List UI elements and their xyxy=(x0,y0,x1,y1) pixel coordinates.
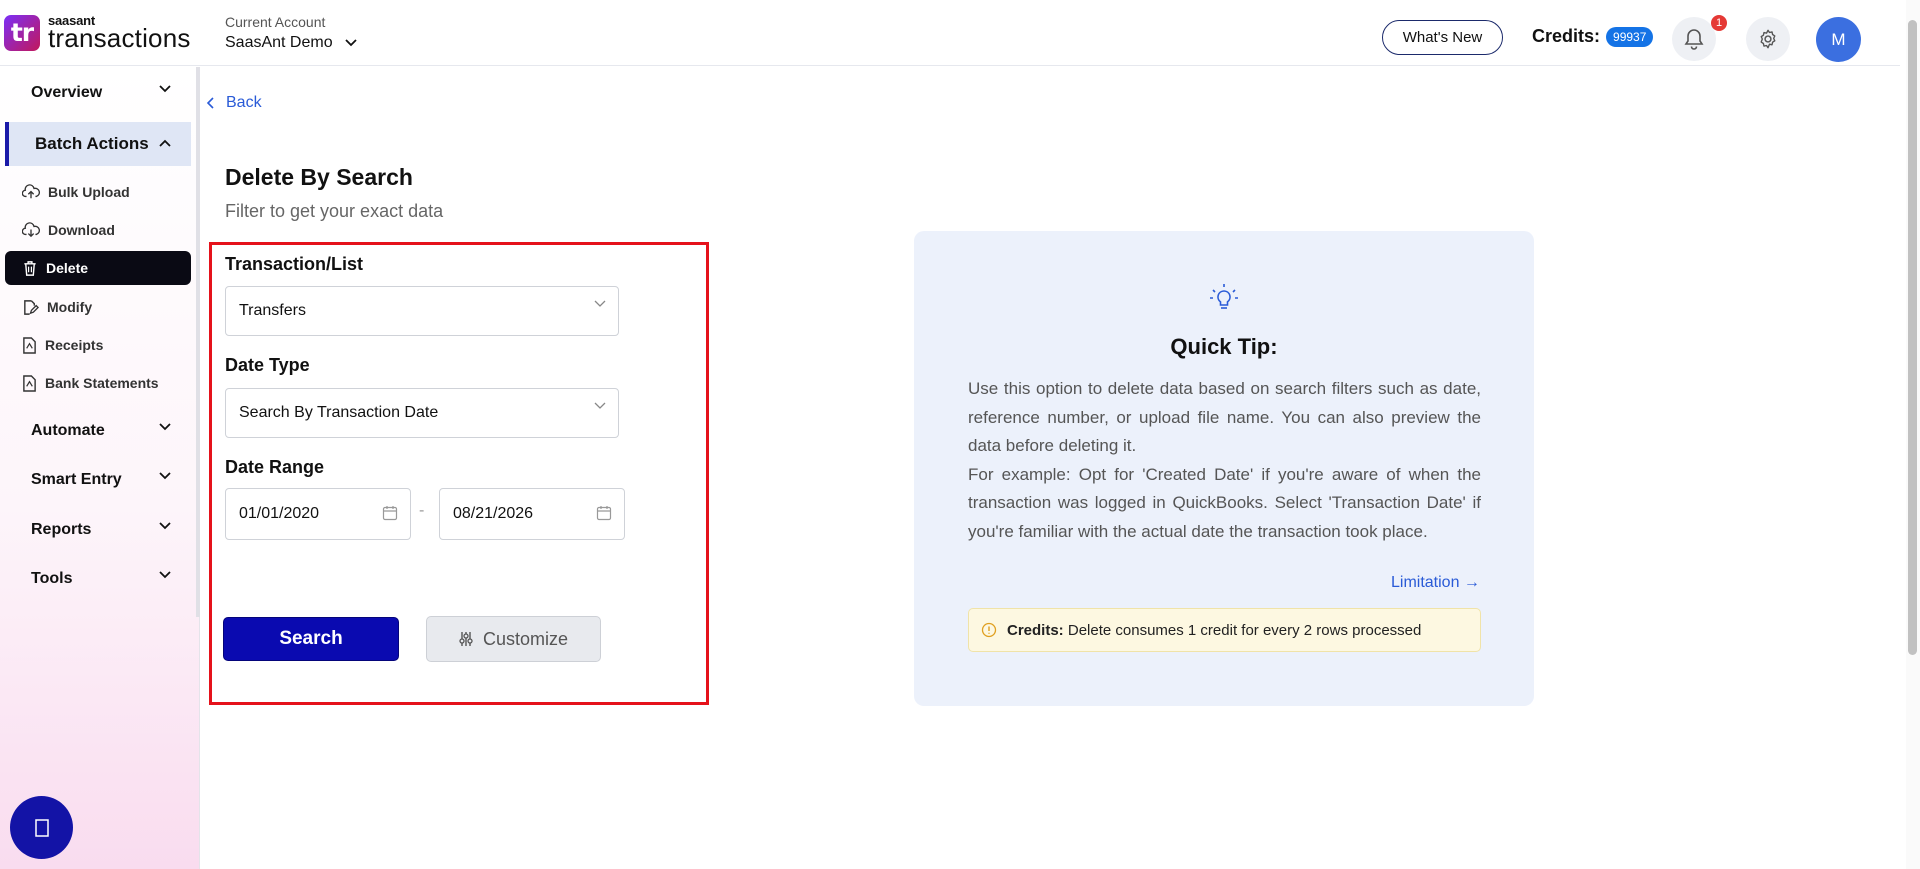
sidebar-item-download[interactable]: Download xyxy=(5,213,191,247)
edit-file-icon xyxy=(24,299,39,315)
chevron-up-icon xyxy=(159,139,171,147)
logo-text: saasant transactions xyxy=(48,14,191,51)
quick-tip-body: Use this option to delete data based on … xyxy=(968,375,1481,546)
credits-badge: 99937 xyxy=(1606,26,1654,47)
transaction-list-select[interactable]: Transfers xyxy=(225,286,619,336)
limitation-link[interactable]: Limitation → xyxy=(1391,574,1480,592)
back-label: Back xyxy=(226,94,262,111)
date-type-value: Search By Transaction Date xyxy=(239,404,439,421)
sidebar-item-delete[interactable]: Delete xyxy=(5,251,191,285)
info-icon xyxy=(981,622,997,638)
credits-label: Credits: xyxy=(1532,26,1601,46)
notification-count-badge: 1 xyxy=(1711,15,1727,31)
calendar-icon xyxy=(382,506,398,521)
back-link[interactable]: Back xyxy=(206,94,262,112)
sidebar-group-smart-entry[interactable]: Smart Entry xyxy=(0,458,191,502)
date-to-input[interactable]: 08/21/2026 xyxy=(439,488,625,540)
sidebar-item-label: Bank Statements xyxy=(45,375,159,391)
chat-support-button[interactable] xyxy=(10,796,73,859)
chevron-down-icon xyxy=(594,300,606,307)
cloud-upload-icon xyxy=(22,184,40,199)
credits-display: Credits: 99937 xyxy=(1532,26,1654,47)
logo-mark: tr xyxy=(4,14,40,51)
sidebar-item-label: Modify xyxy=(47,299,93,315)
sidebar-group-reports[interactable]: Reports xyxy=(0,508,191,552)
quick-tip-paragraph: Use this option to delete data based on … xyxy=(968,379,1481,455)
sidebar-group-label: Smart Entry xyxy=(31,471,122,488)
notifications-button[interactable] xyxy=(1672,17,1716,61)
date-from-value: 01/01/2020 xyxy=(239,505,320,522)
date-to-value: 08/21/2026 xyxy=(453,505,534,522)
quick-tip-paragraph: For example: Opt for 'Created Date' if y… xyxy=(968,464,1481,541)
bell-icon xyxy=(1684,29,1704,50)
chevron-down-icon xyxy=(594,402,606,409)
account-switcher[interactable]: Current Account SaasAnt Demo xyxy=(225,14,357,52)
date-type-label: Date Type xyxy=(225,355,310,375)
customize-label: Customize xyxy=(482,628,569,649)
chevron-left-icon xyxy=(206,97,214,109)
chevron-down-icon xyxy=(344,39,357,47)
account-label: Current Account xyxy=(225,14,326,30)
sidebar-item-label: Delete xyxy=(46,260,89,276)
credit-note-label: Credits: xyxy=(1007,621,1064,639)
transaction-list-value: Transfers xyxy=(239,302,306,319)
credit-usage-note: Credits: Delete consumes 1 credit for ev… xyxy=(968,608,1481,652)
chevron-down-icon xyxy=(159,423,171,431)
sidebar-group-label: Reports xyxy=(31,521,92,538)
page-title: Delete By Search xyxy=(225,164,413,190)
customize-button[interactable]: Customize xyxy=(426,616,601,662)
account-name: SaasAnt Demo xyxy=(225,34,333,51)
sidebar-item-modify[interactable]: Modify xyxy=(5,290,191,324)
chevron-down-icon xyxy=(159,522,171,530)
sidebar-group-label: Overview xyxy=(31,84,103,101)
brand-logo[interactable]: tr saasant transactions xyxy=(4,14,191,51)
date-type-select[interactable]: Search By Transaction Date xyxy=(225,388,619,438)
sidebar-group-label: Batch Actions xyxy=(35,134,149,153)
sidebar-group-label: Tools xyxy=(31,570,73,587)
calendar-icon xyxy=(596,506,612,521)
user-avatar[interactable]: M xyxy=(1816,17,1861,62)
document-icon xyxy=(23,374,36,392)
top-header: tr saasant transactions Current Account … xyxy=(0,0,1900,66)
date-range-separator: - xyxy=(419,502,425,519)
sidebar-group-automate[interactable]: Automate xyxy=(0,409,191,453)
page-subtitle: Filter to get your exact data xyxy=(225,201,444,221)
lightbulb-icon xyxy=(1210,284,1238,309)
sliders-icon xyxy=(459,632,473,646)
receipt-icon xyxy=(23,336,36,354)
trash-icon xyxy=(24,260,36,276)
chevron-down-icon xyxy=(159,85,171,93)
chat-icon xyxy=(34,818,49,837)
whats-new-button[interactable]: What's New xyxy=(1382,20,1503,55)
sidebar-item-label: Bulk Upload xyxy=(48,184,130,200)
gear-icon xyxy=(1760,29,1776,49)
page-scrollbar-thumb[interactable] xyxy=(1908,20,1917,655)
account-value-row[interactable]: SaasAnt Demo xyxy=(225,34,357,52)
sidebar-item-label: Download xyxy=(48,222,115,238)
sidebar-item-bulk-upload[interactable]: Bulk Upload xyxy=(5,175,191,209)
transaction-list-label: Transaction/List xyxy=(225,254,364,274)
sidebar-item-label: Receipts xyxy=(45,337,104,353)
cloud-download-icon xyxy=(22,222,40,238)
sidebar-item-receipts[interactable]: Receipts xyxy=(5,328,191,362)
quick-tip-title: Quick Tip: xyxy=(1170,334,1278,359)
search-button[interactable]: Search xyxy=(223,617,399,661)
sidebar-group-tools[interactable]: Tools xyxy=(0,557,191,601)
logo-big-text: transactions xyxy=(48,23,191,53)
date-from-input[interactable]: 01/01/2020 xyxy=(225,488,411,540)
sidebar-item-bank-statements[interactable]: Bank Statements xyxy=(5,366,191,400)
sidebar-group-label: Automate xyxy=(31,422,105,439)
credit-note-text: Delete consumes 1 credit for every 2 row… xyxy=(1067,621,1422,639)
sidebar-group-overview[interactable]: Overview xyxy=(0,71,191,115)
sidebar-scrollbar[interactable] xyxy=(196,67,200,617)
settings-button[interactable] xyxy=(1746,17,1790,61)
chevron-down-icon xyxy=(159,571,171,579)
sidebar-group-batch-actions[interactable]: Batch Actions xyxy=(5,122,191,166)
date-range-label: Date Range xyxy=(225,457,325,477)
chevron-down-icon xyxy=(159,472,171,480)
